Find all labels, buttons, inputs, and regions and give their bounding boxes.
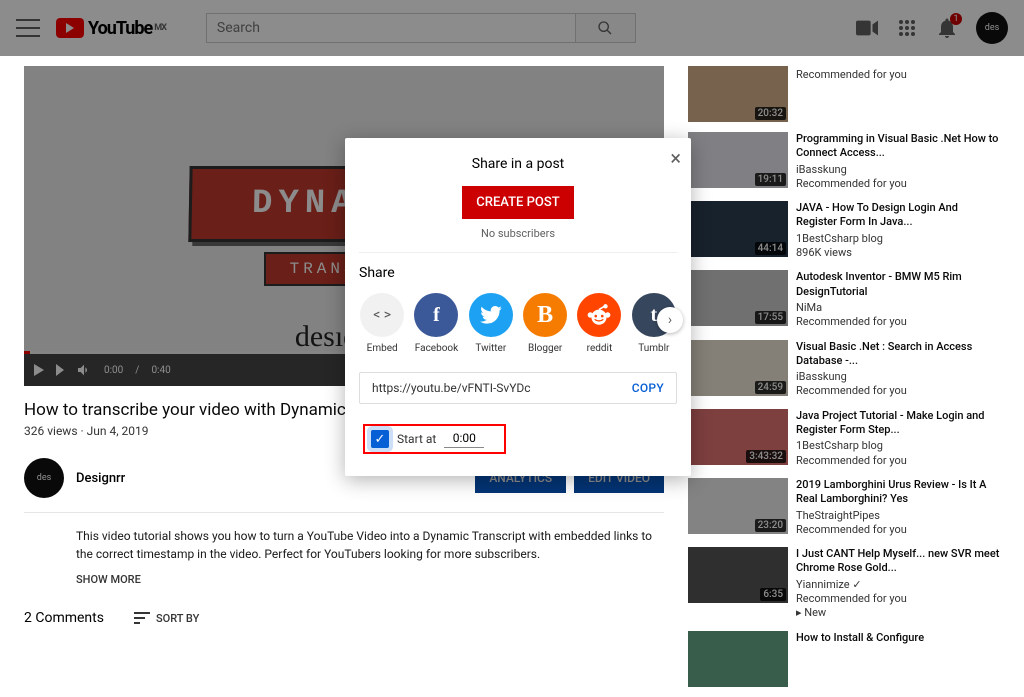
recommendation-title: Programming in Visual Basic .Net How to … [796,132,1000,161]
channel-name[interactable]: Designrr [76,471,125,486]
recommendation-item[interactable]: 17:55 Autodesk Inventor - BMW M5 Rim Desi… [688,270,1000,329]
recommendation-channel: Yiannimize ✓ [796,578,1000,592]
recommendation-channel: iBasskung [796,370,1000,384]
recommendation-channel: iBasskung [796,163,1000,177]
duration-badge: 20:32 [755,107,786,120]
recommendation-sub: Recommended for you [796,454,1000,468]
duration-badge: 6:35 [760,588,786,601]
searchbox [206,13,636,43]
recommendation-title: Visual Basic .Net : Search in Access Dat… [796,340,1000,369]
user-avatar[interactable]: des [976,12,1008,44]
recommendation-item[interactable]: 6:35 I Just CANT Help Myself... new SVR m… [688,547,1000,620]
recommendation-sub: Recommended for you [796,523,1000,537]
channel-avatar[interactable]: des [24,458,64,498]
start-at-checkbox[interactable]: ✓ [371,430,389,448]
recommendation-sub: Recommended for you [796,177,1000,191]
start-at-highlight: ✓ Start at [363,424,506,454]
recommendation-title: Java Project Tutorial - Make Login and R… [796,409,1000,438]
share-label: Share [359,265,677,281]
sort-icon [134,612,150,624]
recommendation-thumb: 17:55 [688,270,788,326]
time-current: 0:00 [104,365,123,376]
duration-badge: 17:55 [755,311,786,324]
share-reddit[interactable]: reddit [576,293,622,354]
notifications-icon[interactable]: 1 [936,17,958,39]
recommendation-title: 2019 Lamborghini Urus Review - Is It A R… [796,478,1000,507]
youtube-logo[interactable]: YouTube MX [56,18,166,39]
recommendation-item[interactable]: 3:43:32 Java Project Tutorial - Make Logi… [688,409,1000,468]
copy-button[interactable]: COPY [632,381,664,395]
notification-badge: 1 [950,13,962,25]
video-description: This video tutorial shows you how to tur… [76,527,664,563]
logo-text: YouTube [88,18,152,39]
share-embed[interactable]: < >Embed [359,293,405,354]
recommendation-title: Autodesk Inventor - BMW M5 Rim DesignTut… [796,270,1000,299]
recommendation-item[interactable]: 24:59 Visual Basic .Net : Search in Acces… [688,340,1000,399]
duration-badge: 19:11 [755,173,786,186]
recommendation-thumb: 19:11 [688,132,788,188]
close-icon[interactable]: × [670,148,681,168]
comments-count: 2 Comments [24,610,104,626]
recommendation-thumb: 20:32 [688,66,788,122]
play-icon[interactable] [34,364,44,376]
share-blogger[interactable]: BBlogger [522,293,568,354]
share-facebook[interactable]: fFacebook [413,293,459,354]
recommendations: 20:32 Recommended for you 19:11 Programming… [688,66,1000,697]
recommendation-channel: 1BestCsharp blog [796,439,1000,453]
recommendation-item[interactable]: 23:20 2019 Lamborghini Urus Review - Is I… [688,478,1000,537]
recommendation-item[interactable]: 19:11 Programming in Visual Basic .Net Ho… [688,132,1000,191]
time-total: 0:40 [151,365,170,376]
recommendation-thumb [688,631,788,687]
duration-badge: 23:20 [755,519,786,532]
share-more-button[interactable]: › [657,307,683,333]
recommendation-item[interactable]: 20:32 Recommended for you [688,66,1000,122]
recommendation-title: I Just CANT Help Myself... new SVR meet … [796,547,1000,576]
show-more-button[interactable]: SHOW MORE [76,573,664,586]
logo-region: MX [154,23,166,33]
create-post-button[interactable]: CREATE POST [462,186,573,219]
divider [359,252,677,253]
modal-title: Share in a post [359,156,677,172]
next-icon[interactable] [56,364,64,376]
recommendation-channel: TheStraightPipes [796,509,1000,523]
recommendation-item[interactable]: 44:14 JAVA - How To Design Login And Regi… [688,201,1000,260]
apps-icon[interactable] [896,17,918,39]
share-url-input[interactable] [372,381,632,395]
recommendation-title: How to Install & Configure [796,631,924,645]
start-at-time-input[interactable] [444,431,484,448]
recommendation-item[interactable]: How to Install & Configure [688,631,1000,687]
search-button[interactable] [576,13,636,43]
recommendation-thumb: 6:35 [688,547,788,603]
recommendation-sub: Recommended for you [796,315,1000,329]
recommendation-thumb: 44:14 [688,201,788,257]
recommendation-thumb: 3:43:32 [688,409,788,465]
recommendation-channel: NiMa [796,301,1000,315]
sort-comments-button[interactable]: SORT BY [134,612,199,625]
recommendation-sub: 896K views [796,246,1000,260]
recommendation-channel: 1BestCsharp blog [796,232,1000,246]
start-at-label: Start at [397,432,436,446]
duration-badge: 3:43:32 [746,450,786,463]
search-input[interactable] [206,13,576,43]
duration-badge: 24:59 [755,381,786,394]
volume-icon[interactable] [76,362,92,378]
recommendation-sub: Recommended for you [796,384,1000,398]
duration-badge: 44:14 [755,242,786,255]
share-twitter[interactable]: Twitter [468,293,514,354]
search-icon [597,20,613,36]
recommendation-thumb: 23:20 [688,478,788,534]
menu-icon[interactable] [16,16,40,40]
recommendation-sub: Recommended for you▸ New [796,592,1000,621]
create-video-icon[interactable] [856,17,878,39]
recommendation-thumb: 24:59 [688,340,788,396]
topbar: YouTube MX 1 des [0,0,1024,56]
recommendation-sub: Recommended for you [796,68,907,82]
no-subscribers-text: No subscribers [359,227,677,240]
recommendation-title: JAVA - How To Design Login And Register … [796,201,1000,230]
share-modal: × Share in a post CREATE POST No subscri… [345,138,691,476]
